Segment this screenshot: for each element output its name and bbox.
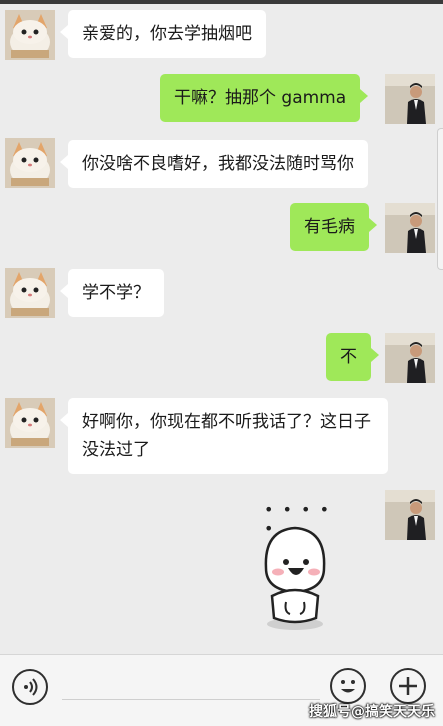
outgoing-message[interactable]: 干嘛？抽那个 gamma [160, 74, 369, 122]
scroll-indicator[interactable] [437, 128, 443, 270]
emoji-icon[interactable] [330, 668, 366, 704]
user-avatar[interactable] [385, 74, 435, 124]
plus-icon[interactable] [390, 668, 426, 704]
contact-avatar[interactable] [5, 138, 55, 188]
contact-avatar[interactable] [5, 268, 55, 318]
smiling-dumpling-sticker[interactable]: • • • • • [250, 500, 340, 635]
incoming-message[interactable]: 好啊你，你现在都不听我话了？这日子没法过了 [60, 398, 388, 474]
status-strip [0, 0, 443, 4]
incoming-message[interactable]: 学不学？ [60, 269, 164, 317]
outgoing-message[interactable]: 有毛病 [290, 203, 377, 251]
incoming-message[interactable]: 你没啥不良嗜好，我都没法随时骂你 [60, 140, 368, 188]
watermark: 搜狐号@搞笑天天乐 [309, 704, 435, 720]
contact-avatar[interactable] [5, 398, 55, 448]
outgoing-message[interactable]: 不 [326, 333, 379, 381]
voice-icon[interactable] [12, 669, 48, 705]
message-input[interactable] [62, 699, 320, 700]
incoming-message[interactable]: 亲爱的，你去学抽烟吧 [60, 10, 266, 58]
user-avatar[interactable] [385, 490, 435, 540]
user-avatar[interactable] [385, 333, 435, 383]
contact-avatar[interactable] [5, 10, 55, 60]
user-avatar[interactable] [385, 203, 435, 253]
